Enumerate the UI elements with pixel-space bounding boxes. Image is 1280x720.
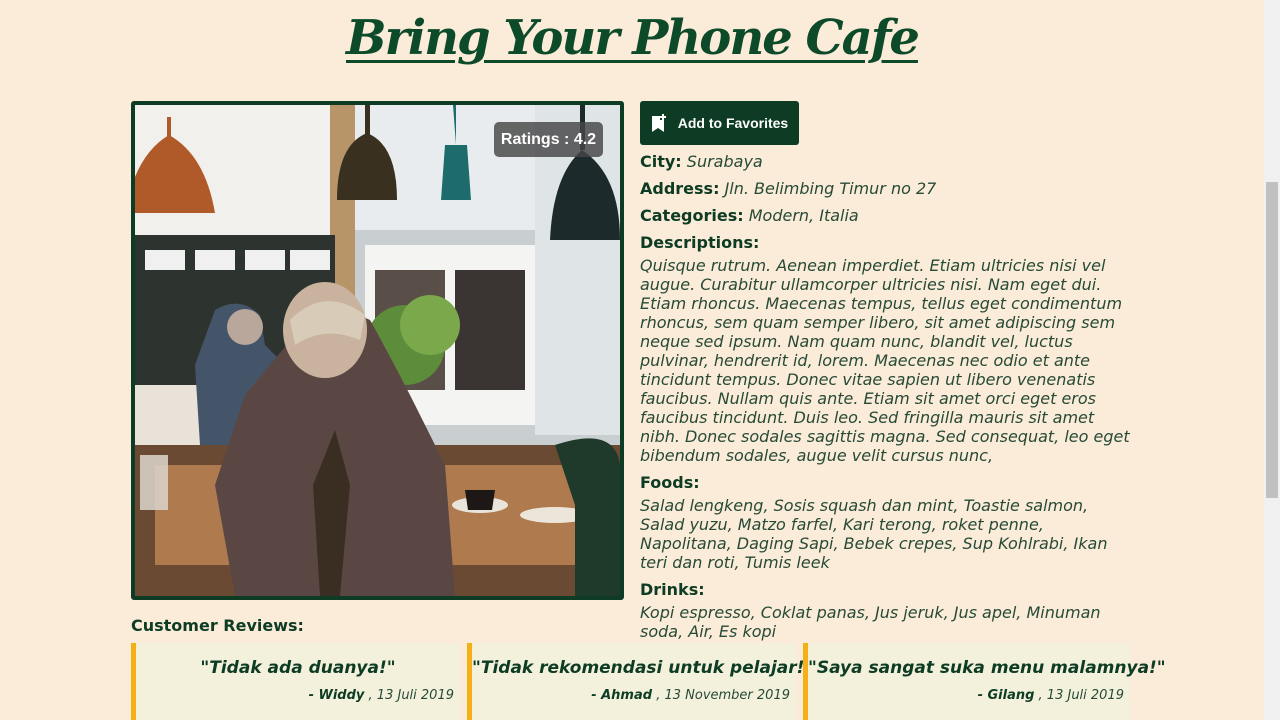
review-meta: - Widdy , 13 Juli 2019: [309, 688, 454, 703]
review-date: , 13 November 2019: [656, 688, 790, 703]
review-meta: - Gilang , 13 Juli 2019: [978, 688, 1124, 703]
drinks-label: Drinks:: [640, 580, 705, 599]
bookmark-plus-icon: [651, 113, 666, 132]
add-to-favorites-button[interactable]: Add to Favorites: [640, 101, 799, 145]
city-row: City: Surabaya: [640, 152, 1130, 172]
cafe-details: City: Surabaya Address: Jln. Belimbing T…: [640, 152, 1130, 649]
review-author: - Widdy: [308, 688, 365, 703]
review-date: , 13 Juli 2019: [1038, 688, 1124, 703]
categories-row: Categories: Modern, Italia: [640, 206, 1130, 226]
add-to-favorites-label: Add to Favorites: [677, 115, 789, 131]
description-text: Quisque rutrum. Aenean imperdiet. Etiam …: [640, 256, 1130, 465]
categories-value: Modern, Italia: [748, 206, 859, 225]
city-value: Surabaya: [686, 152, 763, 171]
address-label: Address:: [640, 179, 720, 198]
review-quote: "Saya sangat suka menu malamnya!": [808, 658, 1166, 678]
review-card: "Saya sangat suka menu malamnya!" - Gila…: [803, 643, 1166, 720]
categories-label: Categories:: [640, 206, 744, 225]
city-label: City:: [640, 152, 682, 171]
review-author: - Gilang: [977, 688, 1035, 703]
review-quote: "Tidak rekomendasi untuk pelajar!": [472, 658, 814, 678]
page: Bring Your Phone Cafe Ratings: 4.2 Add …: [0, 0, 1264, 720]
scrollbar-thumb[interactable]: [1266, 182, 1278, 498]
review-card: "Tidak ada duanya!" - Widdy , 13 Juli 20…: [131, 643, 460, 720]
foods-text: Salad lengkeng, Sosis squash dan mint, T…: [640, 496, 1108, 572]
review-date: , 13 Juli 2019: [368, 688, 454, 703]
drinks-text: Kopi espresso, Coklat panas, Jus jeruk, …: [640, 603, 1101, 641]
cafe-photo-illustration: [135, 105, 620, 596]
foods-label: Foods:: [640, 473, 700, 492]
rating-badge: Ratings : 4.2: [494, 122, 603, 157]
review-quote: "Tidak ada duanya!": [200, 658, 396, 678]
address-value: Jln. Belimbing Timur no 27: [724, 179, 937, 198]
descriptions-label: Descriptions:: [640, 233, 760, 252]
review-author: - Ahmad: [591, 688, 653, 703]
cafe-photo: [131, 101, 624, 600]
page-scrollbar[interactable]: [1264, 0, 1280, 720]
address-row: Address: Jln. Belimbing Timur no 27: [640, 179, 1130, 199]
page-title: Bring Your Phone Cafe: [346, 10, 920, 66]
customer-reviews-title: Customer Reviews:: [131, 616, 304, 635]
review-card: "Tidak rekomendasi untuk pelajar!" - Ahm…: [467, 643, 814, 720]
review-meta: - Ahmad , 13 November 2019: [591, 688, 790, 703]
